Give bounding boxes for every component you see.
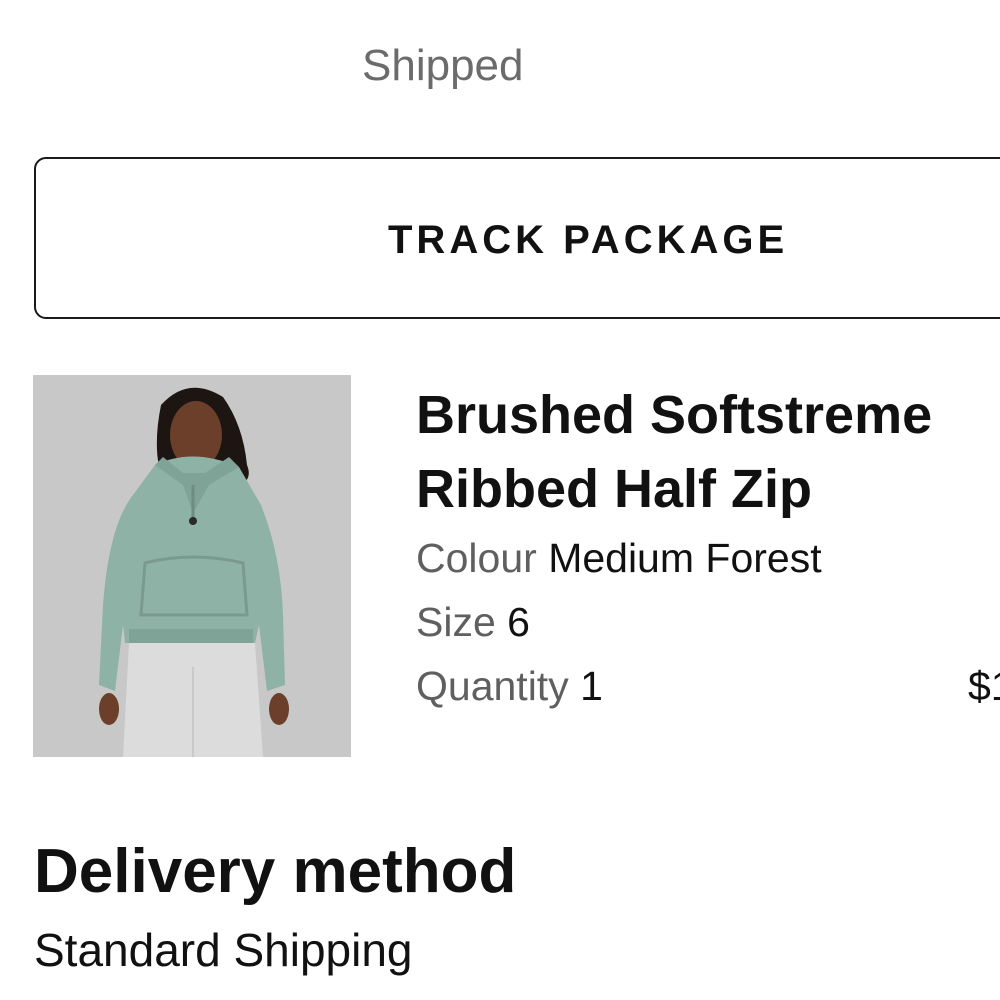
colour-value: Medium Forest: [548, 535, 822, 581]
product-name[interactable]: Brushed Softstreme Ribbed Half Zip: [416, 378, 996, 526]
colour-row: Colour Medium Forest: [416, 526, 1000, 590]
delivery-method-heading: Delivery method: [34, 837, 517, 906]
track-package-button[interactable]: TRACK PACKAGE: [34, 157, 1000, 319]
size-label: Size: [416, 599, 496, 645]
order-detail-page: Shipped TRACK PACKAGE Brushed Softstreme…: [0, 0, 1000, 1000]
product-price: $1: [968, 663, 1000, 709]
product-photo-illustration: [33, 375, 351, 757]
size-value: 6: [507, 599, 530, 645]
product-image[interactable]: [33, 375, 351, 757]
quantity-label: Quantity: [416, 663, 569, 709]
quantity-value: 1: [580, 663, 603, 709]
product-details: Brushed Softstreme Ribbed Half Zip Colou…: [416, 378, 1000, 718]
track-package-label: TRACK PACKAGE: [388, 218, 789, 262]
shipment-status: Shipped: [362, 41, 524, 90]
quantity-row: Quantity 1: [416, 654, 1000, 718]
size-row: Size 6: [416, 590, 1000, 654]
colour-label: Colour: [416, 535, 537, 581]
delivery-method-value: Standard Shipping: [34, 924, 413, 976]
